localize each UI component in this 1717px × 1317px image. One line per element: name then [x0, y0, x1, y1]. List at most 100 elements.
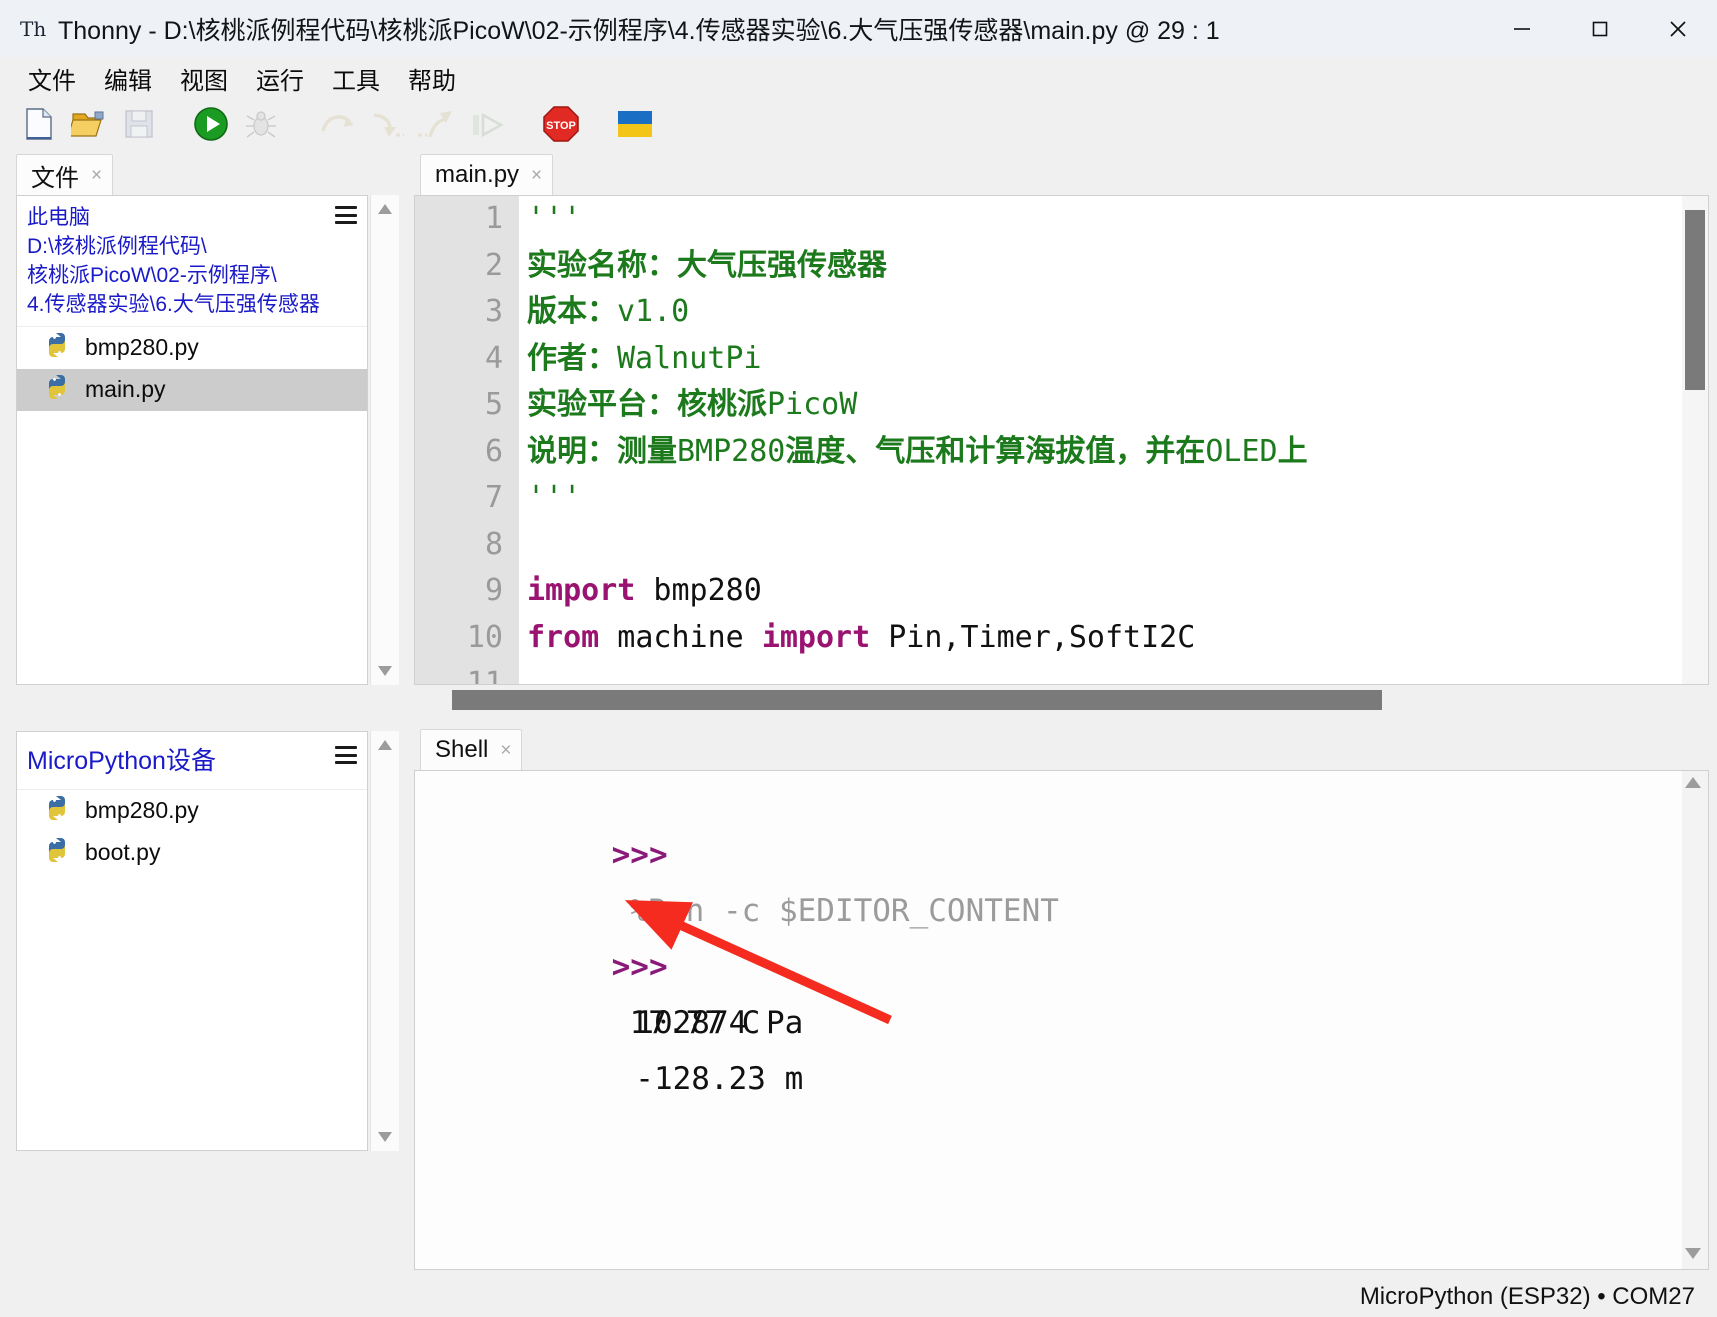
shell-vertical-scrollbar[interactable] — [1682, 771, 1708, 1269]
menu-run[interactable]: 运行 — [242, 59, 318, 98]
scroll-down-icon[interactable] — [371, 657, 399, 685]
code-token: 实验平台：核桃派 — [527, 387, 767, 422]
ukraine-flag-icon — [618, 110, 652, 142]
list-item[interactable]: main.py — [17, 368, 367, 411]
code-line: 实验平台：核桃派PicoW — [527, 382, 1708, 429]
code-line: 实验名称：大气压强传感器 — [527, 243, 1708, 290]
save-icon — [124, 109, 154, 144]
code-editor[interactable]: 1 2 3 4 5 6 7 8 9 10 11 ''' 实验名称：大气压强传感器… — [414, 195, 1709, 685]
step-out-icon — [418, 107, 456, 146]
list-item[interactable]: bmp280.py — [17, 327, 367, 369]
new-file-icon — [23, 107, 55, 146]
code-token: 作者： — [527, 340, 617, 376]
editor-notebook: main.py × 1 2 3 4 5 6 7 8 9 10 11 ''' 实验… — [414, 153, 1709, 723]
shell-text: %Run -c $EDITOR_CONTENT — [629, 893, 1059, 929]
tab-main-py-close-icon[interactable]: × — [531, 165, 542, 187]
line-number: 1 — [484, 201, 503, 236]
open-file-button[interactable] — [66, 104, 112, 148]
ukraine-support-button[interactable] — [612, 104, 658, 148]
code-line: 版本：v1.0 — [527, 289, 1708, 336]
python-file-icon — [43, 373, 71, 406]
line-number-gutter: 1 2 3 4 5 6 7 8 9 10 11 — [415, 196, 519, 684]
code-line: import bmp280 — [527, 568, 1708, 615]
code-token: machine — [599, 619, 762, 655]
tab-shell-label: Shell — [435, 736, 489, 763]
status-bar: MicroPython (ESP32) • COM27 — [0, 1277, 1717, 1317]
maximize-button[interactable] — [1561, 0, 1639, 57]
line-number: 8 — [484, 526, 503, 562]
scrollbar-thumb[interactable] — [1685, 210, 1705, 390]
scroll-down-icon[interactable] — [371, 1123, 399, 1151]
editor-horizontal-scrollbar[interactable] — [414, 685, 1709, 715]
right-panel: main.py × 1 2 3 4 5 6 7 8 9 10 11 ''' 实验… — [404, 153, 1717, 1277]
minimize-button[interactable] — [1483, 0, 1561, 57]
stop-button[interactable]: STOP — [538, 104, 584, 148]
tab-files-close-icon[interactable]: × — [91, 165, 102, 187]
tab-main-py[interactable]: main.py × — [420, 154, 554, 195]
scroll-up-icon[interactable] — [371, 195, 399, 223]
menu-view[interactable]: 视图 — [166, 59, 242, 98]
code-token: BMP280 — [677, 433, 786, 469]
scrollbar-thumb[interactable] — [452, 690, 1382, 710]
status-interpreter[interactable]: MicroPython (ESP32) • COM27 — [1360, 1283, 1717, 1311]
svg-text:Th: Th — [20, 17, 46, 41]
close-button[interactable] — [1639, 0, 1717, 57]
code-token: 上 — [1277, 433, 1308, 469]
path-segment-2: 核桃派PicoW\02-示例程序\ — [27, 263, 277, 287]
menu-tools[interactable]: 工具 — [318, 59, 394, 98]
path-segment-3: 4.传感器实验\6.大气压强传感器 — [27, 292, 320, 316]
tab-files[interactable]: 文件 × — [16, 154, 114, 195]
list-item-label: boot.py — [85, 839, 161, 865]
scroll-down-icon[interactable] — [1684, 1246, 1702, 1265]
local-files-browser: 此电脑 D:\核桃派例程代码\ 核桃派PicoW\02-示例程序\ 4.传感器实… — [16, 195, 368, 685]
menu-edit[interactable]: 编辑 — [90, 59, 166, 98]
device-files-scrollbar[interactable] — [370, 731, 399, 1151]
menu-file[interactable]: 文件 — [14, 59, 90, 98]
left-panel: 文件 × 此电脑 D:\核桃派例程代码\ 核桃派PicoW\02-示例程序\ 4… — [0, 153, 404, 1277]
code-token: OLED — [1205, 433, 1278, 469]
stop-icon: STOP — [542, 105, 580, 148]
window-title: Thonny - D:\核桃派例程代码\核桃派PicoW\02-示例程序\4.传… — [58, 16, 1220, 45]
code-token: 实验名称：大气压强传感器 — [527, 247, 887, 283]
line-number: 2 — [484, 247, 503, 283]
code-token: 版本： — [527, 294, 617, 329]
python-file-icon — [43, 331, 71, 364]
editor-tabstrip: main.py × — [414, 153, 1709, 195]
shell-line: >>> %Run -c $EDITOR_CONTENT — [415, 771, 1708, 929]
shell-text: -128.23 m — [616, 1061, 804, 1097]
tab-shell-close-icon[interactable]: × — [500, 740, 511, 762]
save-button[interactable] — [116, 104, 162, 148]
scroll-up-icon[interactable] — [1684, 775, 1702, 794]
code-token: 温度、气压和计算海拔值，并在 — [785, 433, 1206, 469]
device-title: MicroPython设备 — [27, 747, 216, 775]
scroll-up-icon[interactable] — [371, 731, 399, 759]
code-token: from — [527, 619, 600, 655]
line-number: 10 — [466, 619, 503, 655]
thonny-icon: Th — [18, 14, 48, 44]
toolbar: STOP — [0, 99, 1717, 153]
line-number: 11 — [466, 666, 503, 685]
new-file-button[interactable] — [16, 104, 62, 148]
editor-vertical-scrollbar[interactable] — [1682, 196, 1708, 684]
step-over-button — [314, 104, 360, 148]
hamburger-icon[interactable] — [335, 206, 357, 224]
list-item[interactable]: boot.py — [17, 832, 367, 874]
resume-button — [464, 104, 510, 148]
code-token: import — [761, 619, 871, 655]
local-files-scrollbar[interactable] — [370, 195, 399, 685]
list-item[interactable]: bmp280.py — [17, 790, 367, 832]
hamburger-icon[interactable] — [335, 746, 357, 764]
line-number: 7 — [484, 480, 503, 515]
menu-help[interactable]: 帮助 — [394, 59, 470, 98]
resume-icon — [468, 107, 506, 146]
code-token: WalnutPi — [617, 340, 762, 376]
shell-console[interactable]: >>> %Run -c $EDITOR_CONTENT >>> 17.77 C … — [414, 770, 1709, 1270]
path-segment-1: D:\核桃派例程代码\ — [27, 234, 207, 258]
debug-button — [238, 104, 284, 148]
tab-shell[interactable]: Shell × — [420, 729, 523, 770]
local-path-header: 此电脑 D:\核桃派例程代码\ 核桃派PicoW\02-示例程序\ 4.传感器实… — [17, 196, 367, 327]
title-bar: Th Thonny - D:\核桃派例程代码\核桃派PicoW\02-示例程序\… — [0, 0, 1717, 58]
run-button[interactable] — [188, 104, 234, 148]
